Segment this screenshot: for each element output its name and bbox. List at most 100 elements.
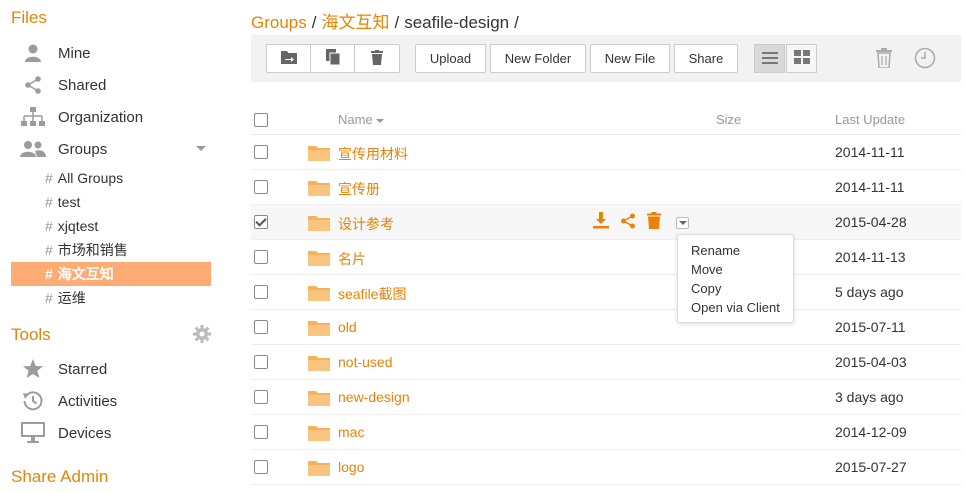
sidebar-item-label: Groups: [58, 140, 108, 158]
share-row-button[interactable]: [619, 213, 637, 231]
sidebar: Files Mine Shared Organization Groups # A…: [0, 0, 222, 492]
table-row[interactable]: logo 2015-07-27: [251, 450, 961, 485]
group-item-all-groups[interactable]: # All Groups: [11, 166, 211, 190]
folder-icon: [308, 424, 330, 441]
file-name-link[interactable]: 设计参考: [338, 214, 394, 234]
sidebar-item-activities[interactable]: Activities: [11, 386, 211, 416]
sidebar-item-groups[interactable]: Groups: [11, 134, 211, 164]
group-icon: [19, 137, 47, 161]
share-button[interactable]: Share: [674, 44, 738, 73]
row-checkbox[interactable]: [254, 460, 268, 474]
history-icon: [19, 389, 47, 413]
chevron-down-icon[interactable]: [196, 146, 206, 151]
new-folder-button[interactable]: New Folder: [490, 44, 586, 73]
share-admin-section-title: Share Admin: [11, 467, 109, 486]
menu-item-copy[interactable]: Copy: [678, 279, 793, 298]
table-header: Name Size Last Update: [251, 104, 961, 135]
sidebar-item-mine[interactable]: Mine: [11, 38, 211, 68]
table-row[interactable]: seafile截图 5 days ago: [251, 275, 961, 310]
row-checkbox[interactable]: [254, 180, 268, 194]
name-column-header[interactable]: Name: [338, 112, 385, 127]
breadcrumb-current-repo: seafile-design: [404, 13, 510, 32]
row-checkbox[interactable]: [254, 250, 268, 264]
file-name-link[interactable]: mac: [338, 424, 364, 440]
breadcrumb-groups-link[interactable]: Groups: [251, 13, 307, 32]
menu-item-open-via-client[interactable]: Open via Client: [678, 298, 793, 317]
download-icon: [593, 212, 609, 232]
menu-item-rename[interactable]: Rename: [678, 241, 793, 260]
history-button[interactable]: [914, 47, 936, 70]
selection-ops-group: [266, 44, 400, 73]
move-icon: [280, 50, 297, 67]
menu-item-move[interactable]: Move: [678, 260, 793, 279]
group-item-market-sales[interactable]: # 市场和销售: [11, 238, 211, 262]
table-row[interactable]: not-used 2015-04-03: [251, 345, 961, 380]
dropdown-menu: Rename Move Copy Open via Client: [677, 234, 794, 323]
delete-row-button[interactable]: [645, 212, 663, 232]
row-checkbox[interactable]: [254, 425, 268, 439]
share-icon: [620, 213, 636, 232]
last-update-text: 2014-11-11: [835, 179, 905, 195]
move-button[interactable]: [267, 45, 311, 72]
last-update-text: 2015-04-28: [835, 214, 907, 230]
file-name-link[interactable]: not-used: [338, 354, 392, 370]
file-name-link[interactable]: 宣传用材料: [338, 144, 408, 164]
table-row[interactable]: 宣传用材料 2014-11-11: [251, 135, 961, 170]
table-row[interactable]: 名片 2014-11-13: [251, 240, 961, 275]
trash-icon: [647, 212, 661, 232]
row-checkbox[interactable]: [254, 390, 268, 404]
row-checkbox[interactable]: [254, 320, 268, 334]
folder-icon: [308, 389, 330, 406]
gear-icon[interactable]: [193, 325, 211, 343]
user-icon: [19, 41, 47, 65]
select-all-checkbox[interactable]: [254, 113, 268, 127]
group-item-haiwen-active[interactable]: # 海文互知: [11, 262, 211, 286]
table-row[interactable]: old 2015-07-11: [251, 310, 961, 345]
copy-icon: [325, 49, 340, 68]
download-button[interactable]: [592, 212, 610, 232]
sidebar-item-shared[interactable]: Shared: [11, 70, 211, 100]
copy-button[interactable]: [311, 45, 355, 72]
last-update-text: 2015-07-27: [835, 459, 907, 475]
folder-icon: [308, 214, 330, 231]
row-checkbox[interactable]: [254, 355, 268, 369]
sidebar-item-devices[interactable]: Devices: [11, 418, 211, 448]
star-icon: [19, 357, 47, 381]
last-update-text: 2014-11-13: [835, 249, 906, 265]
file-name-link[interactable]: seafile截图: [338, 284, 406, 304]
table-row[interactable]: mac 2014-12-09: [251, 415, 961, 450]
file-name-link[interactable]: new-design: [338, 389, 410, 405]
more-ops-dropdown-toggle[interactable]: [676, 217, 689, 229]
table-row[interactable]: 宣传册 2014-11-11: [251, 170, 961, 205]
row-checkbox[interactable]: [254, 285, 268, 299]
monitor-icon: [19, 421, 47, 445]
grid-icon: [793, 50, 810, 67]
folder-icon: [308, 249, 330, 266]
group-item-ops[interactable]: # 运维: [11, 286, 211, 310]
toolbar: Upload New Folder New File Share: [251, 35, 961, 82]
table-row[interactable]: 设计参考 2015-04-28: [251, 205, 961, 240]
list-view-button[interactable]: [754, 44, 785, 73]
sidebar-item-organization[interactable]: Organization: [11, 102, 211, 132]
row-checkbox[interactable]: [254, 215, 268, 229]
last-update-text: 2014-12-09: [835, 424, 907, 440]
sort-caret-icon: [376, 118, 385, 123]
table-row[interactable]: new-design 3 days ago: [251, 380, 961, 415]
new-file-button[interactable]: New File: [590, 44, 670, 73]
sidebar-item-starred[interactable]: Starred: [11, 354, 211, 384]
trash-bin-button[interactable]: [873, 47, 895, 70]
size-column-header: Size: [716, 112, 742, 127]
file-name-link[interactable]: logo: [338, 459, 364, 475]
group-item-test[interactable]: # test: [11, 190, 211, 214]
file-name-link[interactable]: old: [338, 319, 357, 335]
upload-button[interactable]: Upload: [415, 44, 486, 73]
sidebar-item-label: Starred: [58, 360, 108, 378]
breadcrumb-group-link[interactable]: 海文互知: [321, 13, 389, 32]
group-item-xjqtest[interactable]: # xjqtest: [11, 214, 211, 238]
grid-view-button[interactable]: [786, 44, 817, 73]
file-name-link[interactable]: 名片: [338, 249, 366, 269]
row-checkbox[interactable]: [254, 145, 268, 159]
sidebar-item-label: Devices: [58, 424, 112, 442]
delete-button[interactable]: [355, 45, 399, 72]
file-name-link[interactable]: 宣传册: [338, 179, 380, 199]
